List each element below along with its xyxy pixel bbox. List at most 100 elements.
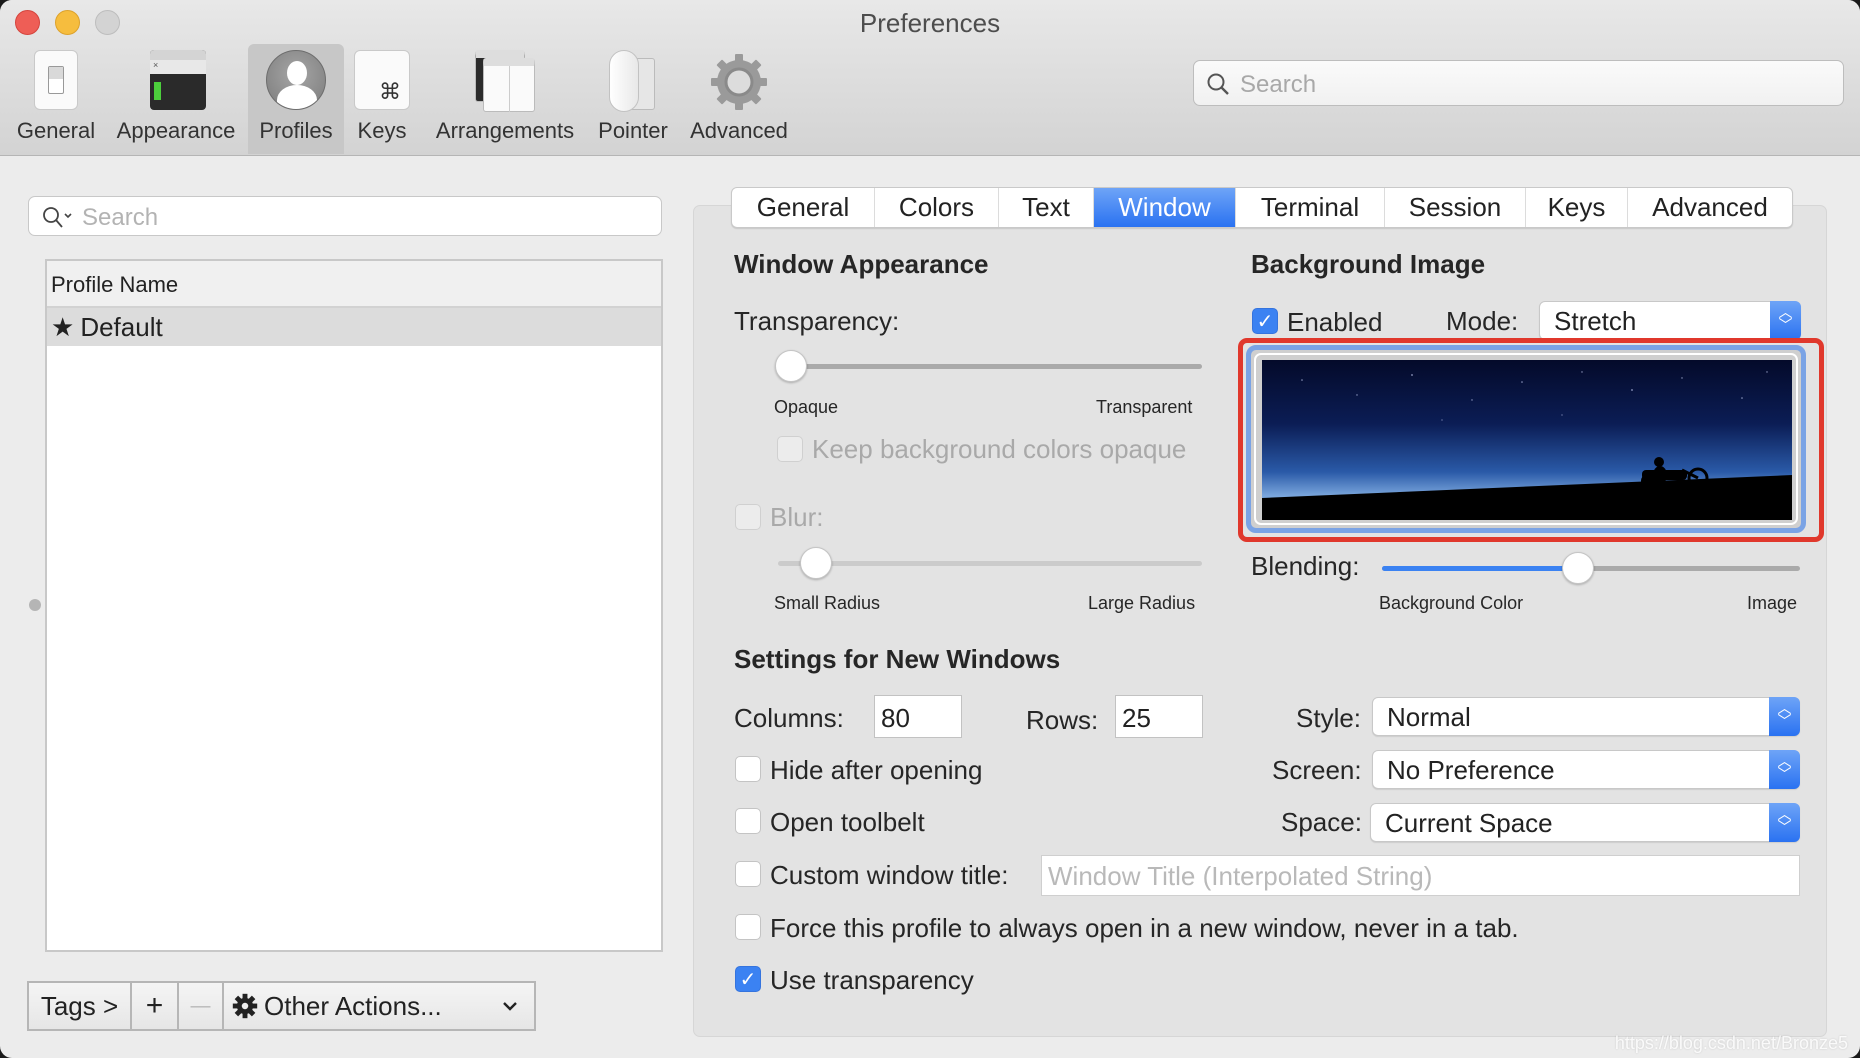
use-transparency-checkbox[interactable]: ✓ <box>735 966 761 992</box>
gear-icon <box>707 50 771 114</box>
enabled-checkbox[interactable]: ✓ <box>1252 308 1278 334</box>
toolbar-label: Advanced <box>690 118 788 143</box>
columns-input[interactable]: 80 <box>874 695 962 738</box>
force-new-window-label: Force this profile to always open in a n… <box>770 913 1519 943</box>
tab-advanced[interactable]: Advanced <box>1628 188 1792 227</box>
blur-label: Blur: <box>770 502 824 532</box>
keep-bg-opaque-checkbox[interactable] <box>777 436 803 462</box>
window-appearance-heading: Window Appearance <box>734 249 989 279</box>
toolbar-item-keys[interactable]: ⌘ Keys <box>352 44 412 154</box>
preferences-window: Preferences General × Appearance Profile… <box>0 0 1860 1058</box>
profile-search-input[interactable]: Search <box>28 196 662 236</box>
blur-max-label: Large Radius <box>1088 593 1196 613</box>
enabled-label: Enabled <box>1287 307 1383 337</box>
tab-colors[interactable]: Colors <box>875 188 999 227</box>
new-windows-heading: Settings for New Windows <box>734 644 1061 674</box>
toolbar-item-advanced[interactable]: Advanced <box>682 44 796 154</box>
mouse-icon <box>601 50 665 114</box>
custom-title-input[interactable]: Window Title (Interpolated String) <box>1041 855 1800 896</box>
space-popup[interactable]: Current Space ︿ ﹀ <box>1370 803 1800 842</box>
add-profile-button[interactable]: + <box>130 981 179 1031</box>
space-value: Current Space <box>1385 808 1553 838</box>
plus-icon: + <box>145 989 164 1022</box>
remove-profile-button[interactable]: — <box>177 981 224 1031</box>
tab-terminal[interactable]: Terminal <box>1236 188 1385 227</box>
other-actions-label: Other Actions... <box>264 990 442 1021</box>
space-label: Space: <box>1281 807 1362 837</box>
open-toolbelt-label: Open toolbelt <box>770 807 925 837</box>
background-image-well[interactable] <box>1262 360 1792 520</box>
toolbar-label: Pointer <box>598 118 668 143</box>
tab-general[interactable]: General <box>732 188 875 227</box>
window-title: Preferences <box>859 8 1001 38</box>
toolbar-label: Arrangements <box>435 118 575 143</box>
profile-name-column-header[interactable]: Profile Name <box>47 261 661 308</box>
toolbar-label: Appearance <box>116 118 236 143</box>
split-view-handle[interactable] <box>29 599 41 611</box>
toolbar-item-profiles[interactable]: Profiles <box>248 44 344 154</box>
transparency-max-label: Transparent <box>1096 397 1193 417</box>
updown-chevron-icon: ︿ ﹀ <box>1769 697 1800 736</box>
profile-person-icon <box>264 50 328 114</box>
toolbar-item-arrangements[interactable]: Arrangements <box>428 44 582 154</box>
custom-title-checkbox[interactable] <box>735 861 761 887</box>
other-actions-menu[interactable]: Other Actions... <box>222 981 536 1031</box>
toolbar-label: Profiles <box>259 118 333 143</box>
keep-bg-opaque-label: Keep background colors opaque <box>812 434 1187 464</box>
style-popup[interactable]: Normal ︿ ﹀ <box>1372 697 1800 736</box>
mode-label: Mode: <box>1446 306 1519 336</box>
screen-value: No Preference <box>1387 755 1555 785</box>
hide-after-opening-label: Hide after opening <box>770 755 983 785</box>
motorcycle-night-image <box>1262 360 1792 520</box>
transparency-slider-knob[interactable] <box>774 350 807 382</box>
tab-keys[interactable]: Keys <box>1526 188 1628 227</box>
tab-window[interactable]: Window <box>1094 188 1236 227</box>
mode-popup[interactable]: Stretch ︿ ﹀ <box>1539 301 1801 340</box>
blending-min-label: Background Color <box>1379 593 1524 613</box>
open-toolbelt-checkbox[interactable] <box>735 808 761 834</box>
blur-slider-knob[interactable] <box>800 547 833 579</box>
blending-slider-fill <box>1382 566 1579 571</box>
mode-value: Stretch <box>1554 306 1637 336</box>
background-image-heading: Background Image <box>1251 249 1486 279</box>
force-new-window-checkbox[interactable] <box>735 914 761 940</box>
hide-after-opening-checkbox[interactable] <box>735 756 761 782</box>
custom-title-label: Custom window title: <box>770 860 1009 890</box>
blending-slider[interactable] <box>1382 552 1800 584</box>
tab-session[interactable]: Session <box>1385 188 1526 227</box>
minus-icon: — <box>190 994 211 1017</box>
tags-button[interactable]: Tags > <box>27 981 132 1031</box>
updown-chevron-icon: ︿ ﹀ <box>1769 750 1800 789</box>
command-key-icon: ⌘ <box>350 50 414 114</box>
profile-name: Default <box>80 311 163 342</box>
updown-chevron-icon: ︿ ﹀ <box>1769 803 1800 842</box>
watermark-text: https://blog.csdn.net/Bronze5 <box>1614 1033 1848 1053</box>
blur-slider[interactable] <box>778 547 1202 579</box>
toolbar-item-general[interactable]: General <box>10 44 102 154</box>
toolbar-label: General <box>16 118 96 143</box>
blending-label: Blending: <box>1251 551 1360 581</box>
star-icon: ★ <box>51 311 75 342</box>
columns-label: Columns: <box>734 703 844 733</box>
profile-row-default[interactable]: ★ Default <box>47 308 661 346</box>
transparency-min-label: Opaque <box>774 397 839 417</box>
search-icon <box>1207 73 1229 95</box>
arrangements-windows-icon <box>473 50 537 114</box>
blur-checkbox[interactable] <box>735 504 761 530</box>
transparency-slider[interactable] <box>774 350 1202 382</box>
appearance-terminal-icon: × <box>144 50 208 114</box>
chevron-down-icon <box>503 1002 517 1011</box>
tags-button-label: Tags > <box>40 990 119 1021</box>
checkmark-icon: ✓ <box>739 969 757 991</box>
rows-label: Rows: <box>1026 705 1099 735</box>
general-switch-icon <box>24 50 88 114</box>
tab-text[interactable]: Text <box>999 188 1094 227</box>
style-value: Normal <box>1387 702 1471 732</box>
rows-input[interactable]: 25 <box>1115 695 1203 738</box>
screen-popup[interactable]: No Preference ︿ ﹀ <box>1372 750 1800 789</box>
toolbar-item-appearance[interactable]: × Appearance <box>112 44 240 154</box>
blur-min-label: Small Radius <box>774 593 881 613</box>
preferences-search-input[interactable]: Search <box>1193 60 1844 106</box>
screen-label: Screen: <box>1272 755 1362 785</box>
toolbar-item-pointer[interactable]: Pointer <box>594 44 672 154</box>
